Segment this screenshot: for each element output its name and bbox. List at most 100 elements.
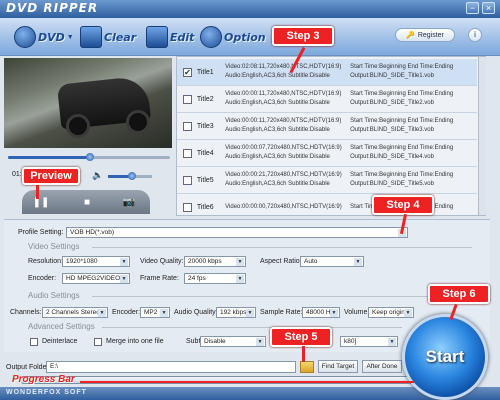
title-checkbox[interactable] (183, 148, 192, 158)
volume-icon[interactable]: 🔈 (92, 170, 103, 181)
title-checkbox[interactable]: ✔ (183, 67, 192, 77)
edit-label: Edit (170, 30, 195, 44)
step6-callout: Step 6 (428, 284, 490, 304)
wheel-image (126, 110, 150, 134)
subtitle-select[interactable]: Disable (200, 336, 266, 347)
preview-callout: Preview (22, 167, 80, 185)
snapshot-button[interactable]: 📷 (118, 195, 140, 211)
title-checkbox[interactable] (183, 121, 192, 131)
clear-button[interactable]: Clear (80, 22, 136, 52)
title-list: ✔ Title1 Video:02:08:11,720x480,NTSC,HDT… (176, 56, 486, 216)
audio-track-select[interactable]: k80] (340, 336, 398, 347)
trash-icon (80, 26, 102, 48)
pause-button[interactable]: ❚❚ (30, 195, 52, 211)
encoder-select[interactable]: HD MPEG2VIDEO (62, 273, 130, 284)
start-button[interactable]: Start (402, 314, 488, 400)
title-name: Title5 (196, 176, 214, 184)
resolution-label: Resolution: (28, 258, 64, 265)
stop-button[interactable]: ■ (76, 195, 98, 211)
find-target-button[interactable]: Find Target (318, 360, 358, 373)
progress-bar-callout: Progress Bar (12, 374, 75, 385)
start-label: Start (425, 347, 465, 366)
option-label: Option (224, 30, 266, 44)
chevron-down-icon: ▼ (66, 33, 74, 41)
audio-settings-heading: Audio Settings (28, 291, 80, 300)
frame-rate-select[interactable]: 24 fps (184, 273, 246, 284)
after-done-button[interactable]: After Done (362, 360, 402, 373)
aspect-ratio-select[interactable]: Auto (300, 256, 364, 267)
title-output: Start Time:Beginning End Time:Ending Outp… (350, 91, 454, 106)
audio-encoder-label: Encoder: (112, 309, 141, 316)
divider (92, 247, 472, 248)
register-label: Register (417, 31, 444, 39)
title-info: Video:00:00:00,720x480,NTSC,HDTV(16:9) (225, 203, 342, 210)
app-title: DVD RIPPER (6, 1, 99, 15)
volume-fill (108, 175, 130, 178)
film-edit-icon (146, 26, 168, 48)
title-output: Start Time:Beginning End Time:Ending Outp… (350, 118, 454, 133)
title-row[interactable]: Title2 Video:00:00:11,720x480,NTSC,HDTV(… (177, 86, 477, 113)
title-row[interactable]: Title5 Video:00:00:21,720x480,NTSC,HDTV(… (177, 167, 477, 194)
edit-button[interactable]: Edit (146, 22, 194, 52)
close-button[interactable]: × (482, 2, 495, 14)
step3-callout: Step 3 (272, 26, 334, 46)
title-info: Video:00:00:11,720x480,NTSC,HDTV(16:9) Au… (225, 91, 342, 106)
seek-thumb[interactable] (86, 153, 94, 161)
channels-select[interactable]: 2 Channels Stereo (42, 307, 108, 318)
seek-bar-fill (8, 156, 90, 159)
title-list-scrollbar[interactable] (478, 57, 486, 215)
info-button[interactable]: i (468, 28, 482, 42)
audio-quality-label: Audio Quality: (174, 309, 218, 316)
deinterlace-checkbox[interactable] (30, 338, 38, 346)
profile-label: Profile Setting: (18, 229, 64, 236)
volume-select[interactable]: Keep origina (368, 307, 414, 318)
title-checkbox[interactable] (183, 94, 192, 104)
divider (92, 296, 472, 297)
title-row[interactable]: ✔ Title1 Video:02:08:11,720x480,NTSC,HDT… (177, 59, 477, 86)
gear-icon (200, 26, 222, 48)
title-checkbox[interactable] (183, 175, 192, 185)
step4-callout: Step 4 (372, 195, 434, 215)
video-preview (4, 58, 172, 148)
title-output: Start Time:Beginning End Time:Ending Outp… (350, 64, 454, 79)
video-quality-select[interactable]: 20000 kbps (184, 256, 246, 267)
channels-label: Channels: (10, 309, 42, 316)
encoder-label: Encoder: (28, 275, 57, 282)
title-output: Start Time:Beginning End Time:Ending Outp… (350, 172, 454, 187)
folder-icon[interactable] (300, 361, 314, 373)
title-name: Title4 (196, 149, 214, 157)
clear-label: Clear (104, 30, 137, 44)
wheel-image (66, 114, 90, 138)
step5-arrow (302, 346, 305, 362)
merge-label: Merge into one file (106, 338, 164, 345)
sample-rate-select[interactable]: 48000 Hz (302, 307, 340, 318)
title-info: Video:02:08:11,720x480,NTSC,HDTV(16:9) Au… (225, 64, 342, 79)
title-info: Video:00:00:11,720x480,NTSC,HDTV(16:9) Au… (225, 118, 342, 133)
audio-encoder-select[interactable]: MP2 (140, 307, 170, 318)
option-button[interactable]: Option (200, 22, 266, 52)
dvd-button[interactable]: DVD ▼ (14, 22, 74, 52)
register-button[interactable]: 🔑 Register (395, 28, 455, 42)
minimize-button[interactable]: − (466, 2, 479, 14)
output-folder-field[interactable]: E:\ (46, 361, 296, 373)
title-name: Title2 (196, 95, 214, 103)
sample-rate-label: Sample Rate: (260, 309, 303, 316)
title-info: Video:00:00:07,720x480,NTSC,HDTV(16:9) Au… (225, 145, 342, 160)
title-name: Title6 (196, 203, 214, 211)
brand-label: WONDERFOX SOFT (6, 389, 87, 396)
title-row[interactable]: Title4 Video:00:00:07,720x480,NTSC,HDTV(… (177, 140, 477, 167)
profile-select[interactable]: VOB HD(*.vob) (66, 227, 408, 238)
output-folder-label: Output Folder: (6, 364, 51, 371)
audio-quality-select[interactable]: 192 kbps (216, 307, 256, 318)
disc-icon (14, 26, 36, 48)
merge-checkbox[interactable] (94, 338, 102, 346)
step5-callout: Step 5 (270, 327, 332, 347)
title-name: Title1 (196, 68, 214, 76)
title-checkbox[interactable] (183, 202, 192, 212)
title-row[interactable]: Title3 Video:00:00:11,720x480,NTSC,HDTV(… (177, 113, 477, 140)
resolution-select[interactable]: 1920*1080 (62, 256, 130, 267)
key-icon: 🔑 (406, 32, 415, 39)
title-output: Start Time:Beginning End Time:Ending Outp… (350, 145, 454, 160)
volume-thumb[interactable] (128, 172, 136, 180)
title-info: Video:00:00:21,720x480,NTSC,HDTV(16:9) Au… (225, 172, 342, 187)
